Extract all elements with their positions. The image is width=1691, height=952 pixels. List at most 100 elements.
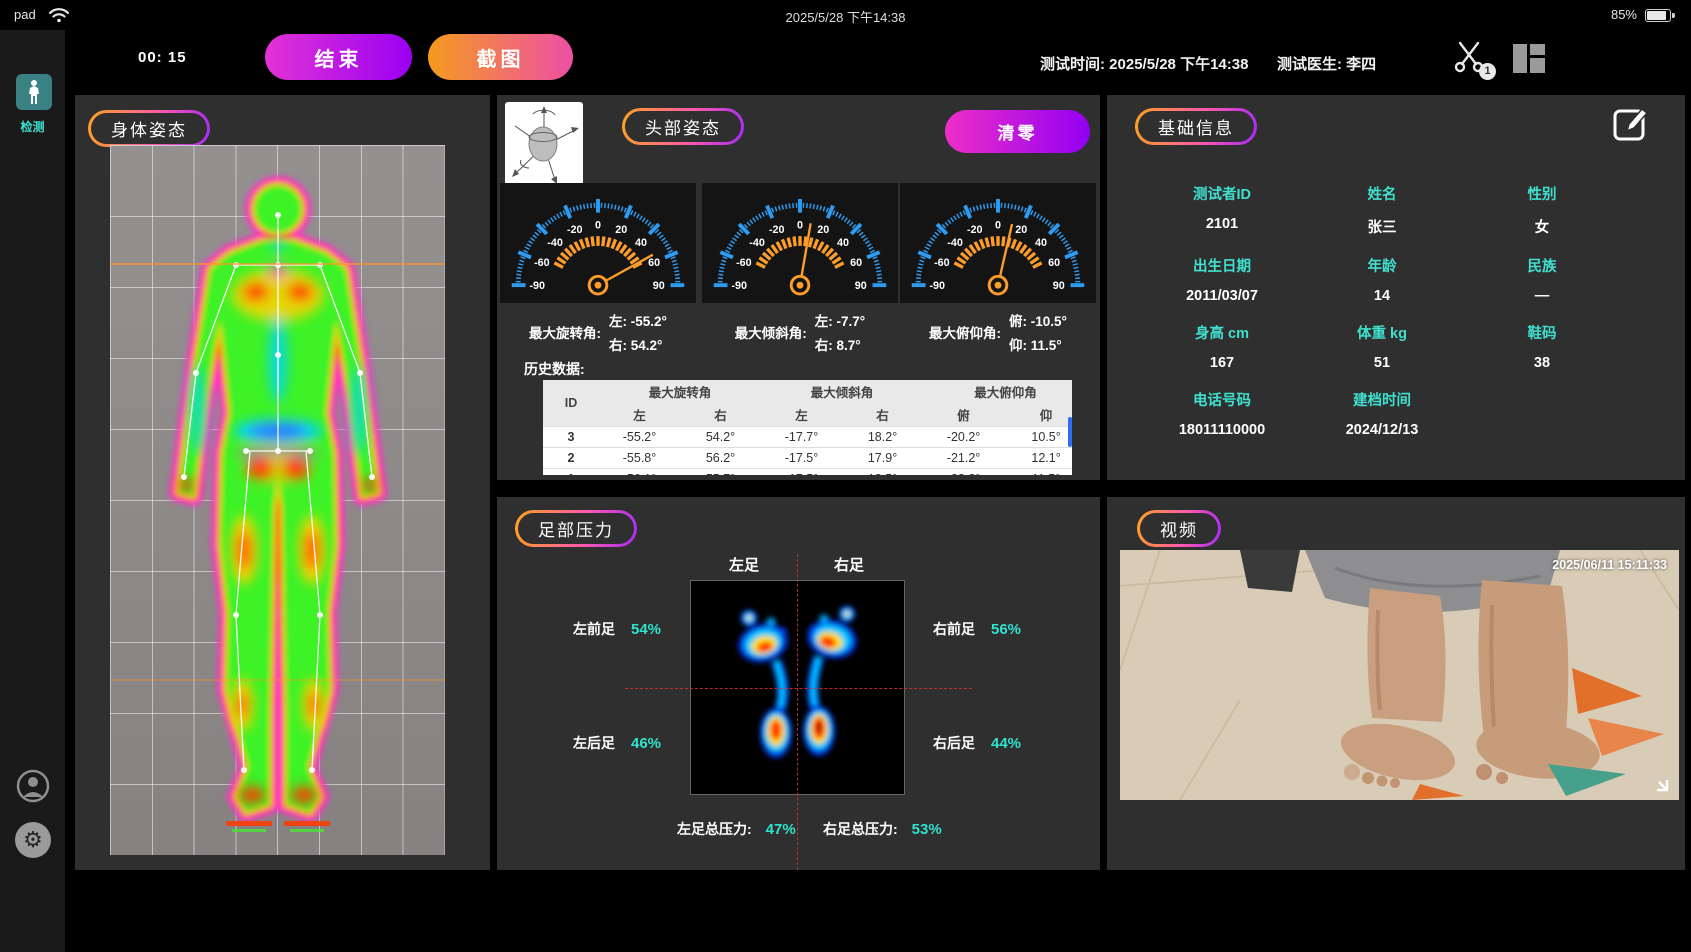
svg-text:20: 20 (817, 224, 829, 236)
svg-text:-60: -60 (534, 257, 550, 269)
right-forefoot-stat: 右前足 56% (933, 619, 1021, 639)
svg-text:-40: -40 (547, 237, 563, 249)
posture-reference-line (110, 679, 445, 681)
svg-text:60: 60 (1048, 257, 1060, 269)
svg-text:0: 0 (595, 219, 601, 231)
svg-text:-90: -90 (529, 280, 545, 292)
field-age: 年龄 14 (1307, 255, 1457, 304)
head-posture-panel: 头部姿态 清零 -90-60-40-20020406090 -90-60-40-… (497, 95, 1100, 480)
test-time-value: 2025/5/28 下午14:38 (1109, 56, 1248, 73)
right-rearfoot-stat: 右后足 44% (933, 733, 1021, 753)
basic-info-title: 基础信息 (1138, 111, 1254, 142)
body-posture-title: 身体姿态 (91, 113, 207, 144)
basic-info-grid: 测试者ID 2101 姓名 张三 性别 女 出生日期 2011/03/07 年龄… (1147, 183, 1617, 438)
test-time: 测试时间: 2025/5/28 下午14:38 (1040, 53, 1248, 74)
head-posture-title: 头部姿态 (625, 111, 741, 142)
basic-info-title-pill: 基础信息 (1135, 108, 1257, 145)
clip-count-badge: 1 (1479, 63, 1496, 80)
svg-text:-90: -90 (731, 280, 747, 292)
status-datetime: 2025/5/28 下午14:38 (0, 7, 1691, 26)
foot-pressure-title-pill: 足部压力 (515, 510, 637, 547)
user-profile-icon[interactable] (15, 768, 51, 804)
left-rearfoot-stat: 左后足 46% (573, 733, 661, 753)
gauge-pitch: -90-60-40-20020406090 (900, 183, 1096, 303)
body-thermal-image (110, 145, 445, 855)
app-root: pad 2025/5/28 下午14:38 85% 检测 (0, 0, 1691, 952)
svg-text:20: 20 (1015, 224, 1027, 236)
field-height: 身高 cm 167 (1147, 322, 1297, 371)
svg-text:40: 40 (1035, 237, 1047, 249)
foot-map-vertical-crosshair (797, 554, 798, 870)
svg-text:20: 20 (615, 224, 627, 236)
left-foot-label: 左足 (714, 554, 774, 575)
field-record-date: 建档时间 2024/12/13 (1307, 389, 1457, 438)
foot-map-horizontal-crosshair (625, 688, 972, 689)
settings-gear-icon[interactable]: ⚙ (15, 822, 51, 858)
left-foot-total-pressure: 左足总压力: 47% (677, 819, 796, 839)
table-row[interactable]: 1 -56.1° 55.7° -17.5° 18.5° -22.2° 11.5° (543, 469, 1072, 476)
field-birthdate: 出生日期 2011/03/07 (1147, 255, 1297, 304)
history-data-label: 历史数据: (524, 359, 585, 379)
svg-text:0: 0 (797, 219, 803, 231)
gauge-rotation: -90-60-40-20020406090 (500, 183, 696, 303)
right-foot-total-pressure: 右足总压力: 53% (823, 819, 942, 839)
field-tester-id: 测试者ID 2101 (1147, 183, 1297, 237)
fullscreen-corner-icon[interactable] (1651, 774, 1669, 792)
svg-text:-40: -40 (947, 237, 963, 249)
status-bar: pad 2025/5/28 下午14:38 85% (0, 0, 1691, 30)
field-phone: 电话号码 18011110000 (1147, 389, 1297, 438)
person-icon (24, 79, 44, 105)
history-table-scrollbar[interactable] (1068, 417, 1072, 447)
field-gender: 性别 女 (1467, 183, 1617, 237)
right-foot-label: 右足 (819, 554, 879, 575)
left-forefoot-stat: 左前足 54% (573, 619, 661, 639)
svg-text:-20: -20 (769, 224, 785, 236)
foot-pressure-panel: 足部压力 左足 右足 (497, 497, 1100, 870)
table-row[interactable]: 3 -55.2° 54.2° -17.7° 18.2° -20.2° 10.5° (543, 427, 1072, 448)
history-table-wrap: ID 最大旋转角 最大倾斜角 最大俯仰角 左 右 左 右 俯 仰 3 -55.2… (543, 380, 1072, 475)
max-tilt-angle: 最大倾斜角: 左: -7.7° 右: 8.7° (702, 308, 898, 356)
video-title-pill: 视频 (1137, 510, 1221, 547)
svg-text:-60: -60 (736, 257, 752, 269)
svg-text:-20: -20 (967, 224, 983, 236)
sidebar-item-detect[interactable] (16, 74, 52, 110)
svg-text:60: 60 (648, 257, 660, 269)
foot-pressure-title: 足部压力 (518, 513, 634, 544)
test-doctor-label: 测试医生: (1277, 56, 1342, 73)
basic-info-panel: 基础信息 测试者ID 2101 姓名 张三 性别 女 出生日期 201 (1107, 95, 1685, 480)
battery-icon (1645, 9, 1671, 22)
max-pitch-angle: 最大俯仰角: 俯: -10.5° 仰: 11.5° (900, 308, 1096, 356)
svg-text:-60: -60 (934, 257, 950, 269)
history-table: ID 最大旋转角 最大倾斜角 最大俯仰角 左 右 左 右 俯 仰 3 -55.2… (543, 380, 1072, 475)
test-doctor: 测试医生: 李四 (1277, 53, 1376, 74)
head-axes-thumbnail (505, 102, 583, 185)
sidebar-item-detect-label: 检测 (0, 118, 65, 135)
reset-button[interactable]: 清零 (945, 110, 1090, 153)
video-frame[interactable]: 2025/06/11 15:11:33 (1120, 550, 1679, 800)
video-panel: 视频 (1107, 497, 1685, 870)
body-heatmap (110, 145, 445, 855)
max-rotation-angle: 最大旋转角: 左: -55.2° 右: 54.2° (500, 308, 696, 356)
svg-text:0: 0 (995, 219, 1001, 231)
svg-text:90: 90 (1053, 280, 1065, 292)
svg-text:90: 90 (855, 280, 867, 292)
edit-icon[interactable] (1611, 103, 1651, 143)
test-time-label: 测试时间: (1040, 56, 1105, 73)
svg-text:40: 40 (837, 237, 849, 249)
svg-text:90: 90 (653, 280, 665, 292)
sidebar: 检测 ⚙ (0, 30, 65, 952)
video-title: 视频 (1140, 513, 1218, 544)
svg-text:-20: -20 (567, 224, 583, 236)
layout-grid-icon[interactable] (1513, 44, 1545, 73)
field-name: 姓名 张三 (1307, 183, 1457, 237)
test-doctor-value: 李四 (1346, 56, 1376, 73)
body-posture-panel: 身体姿态 (75, 95, 490, 870)
body-posture-title-pill: 身体姿态 (88, 110, 210, 147)
end-button[interactable]: 结束 (265, 34, 412, 80)
session-timer: 00: 15 (138, 49, 187, 66)
screenshot-button[interactable]: 截图 (428, 34, 573, 80)
clip-scissors-icon[interactable]: 1 (1452, 40, 1492, 78)
head-posture-title-pill: 头部姿态 (622, 108, 744, 145)
table-row[interactable]: 2 -55.8° 56.2° -17.5° 17.9° -21.2° 12.1° (543, 448, 1072, 469)
posture-reference-line (110, 263, 445, 265)
